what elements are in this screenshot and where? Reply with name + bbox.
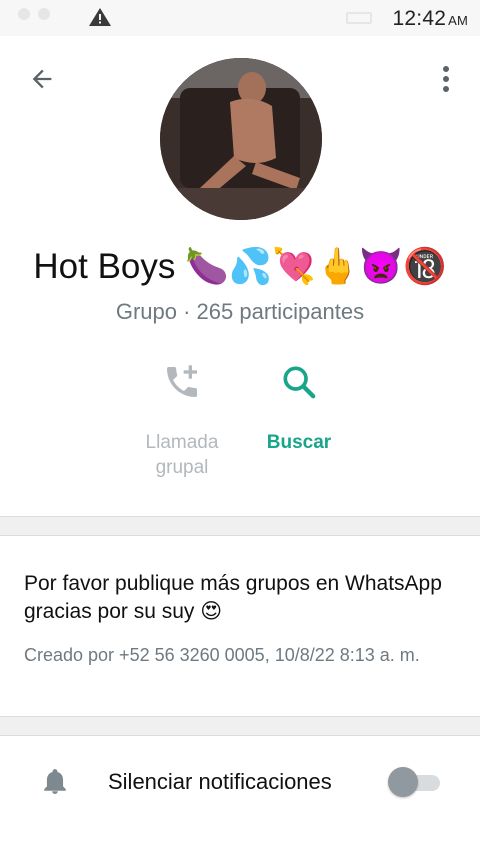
signal-dot-icon: [38, 8, 50, 20]
status-bar: 12:42 AM: [0, 0, 480, 36]
signal-indicators: [18, 8, 50, 20]
toggle-knob: [388, 767, 418, 797]
mute-notifications-row[interactable]: Silenciar notificaciones: [0, 737, 480, 825]
section-divider: [0, 516, 480, 536]
search-button[interactable]: Buscar: [239, 360, 359, 455]
mute-notifications-label: Silenciar notificaciones: [108, 769, 332, 794]
search-label: Buscar: [266, 432, 332, 453]
group-description[interactable]: Por favor publique más grupos en WhatsAp…: [24, 570, 454, 626]
battery-icon: [346, 12, 372, 24]
group-call-button[interactable]: Llamada grupal: [122, 360, 242, 480]
mute-toggle[interactable]: [388, 767, 440, 797]
more-vert-icon: [443, 66, 449, 92]
add-call-icon: [167, 365, 197, 397]
group-participants-count: Grupo · 265 participantes: [115, 299, 365, 324]
search-icon: [283, 366, 316, 399]
bell-icon: [44, 769, 66, 794]
group-name[interactable]: Hot Boys 🍆💦💘🖕👿🔞: [0, 246, 480, 287]
section-divider: [0, 716, 480, 736]
group-call-label: Llamada grupal: [145, 432, 219, 478]
group-avatar[interactable]: [160, 58, 322, 220]
back-button[interactable]: [24, 62, 60, 96]
more-options-button[interactable]: [432, 62, 460, 96]
arrow-back-icon: [32, 69, 52, 89]
warning-icon: [89, 8, 111, 26]
group-photo: [160, 58, 322, 220]
group-created-info: Creado por +52 56 3260 0005, 10/8/22 8:1…: [24, 645, 420, 665]
signal-dot-icon: [18, 8, 30, 20]
clock: 12:42 AM: [392, 7, 468, 30]
